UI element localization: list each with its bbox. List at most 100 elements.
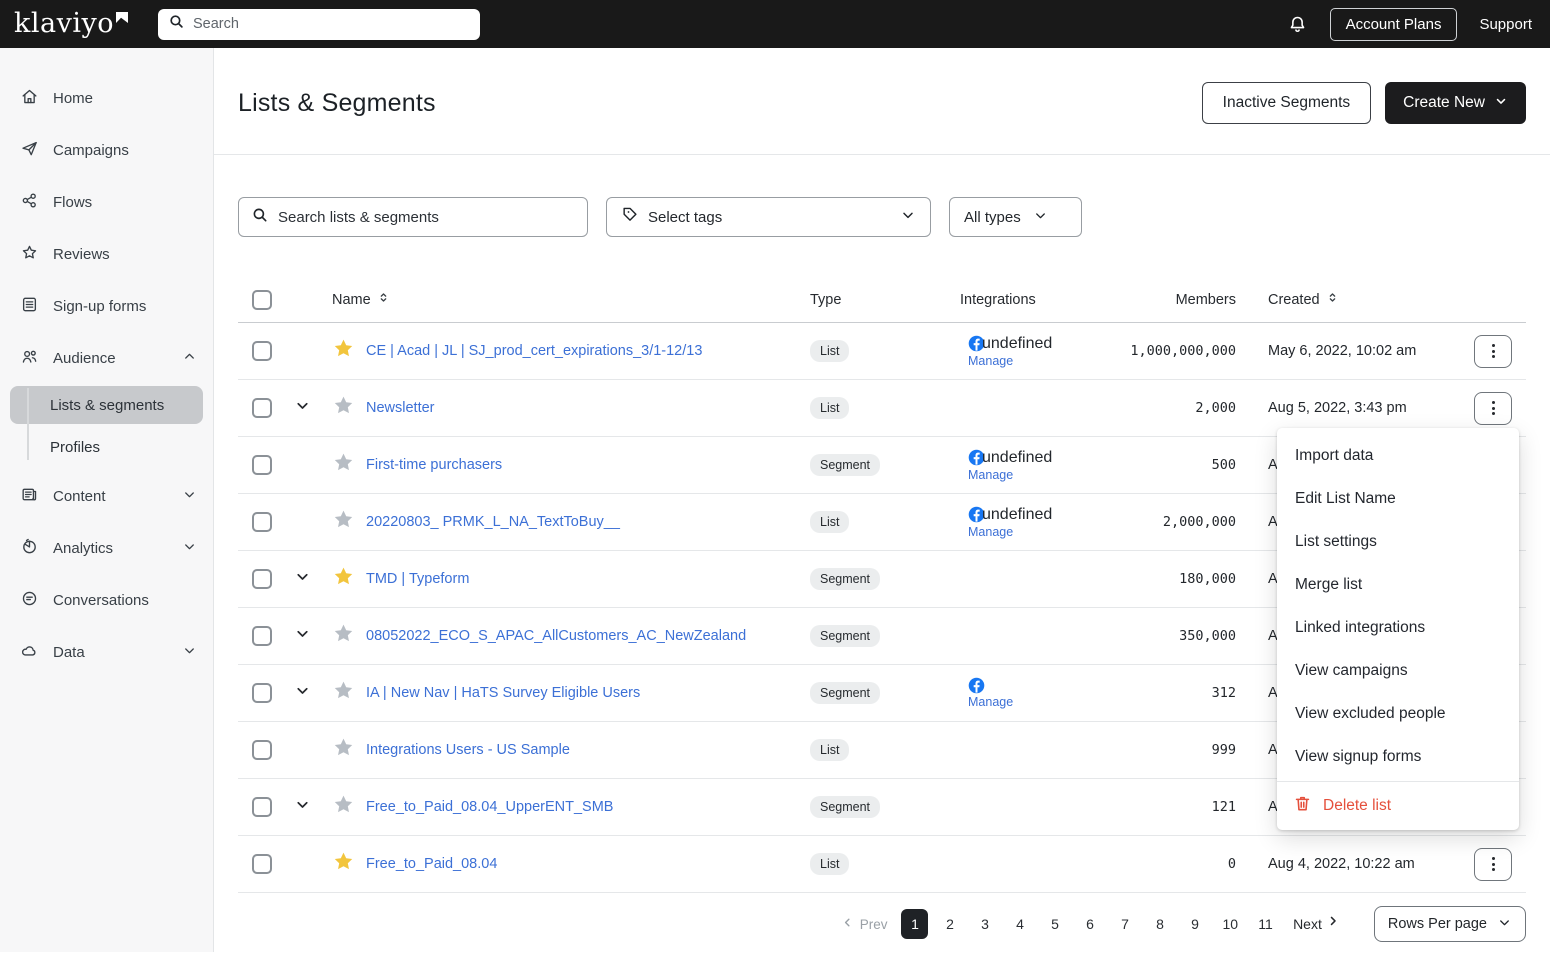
- row-checkbox[interactable]: [252, 512, 272, 532]
- sidebar-item-campaigns[interactable]: Campaigns: [0, 124, 213, 176]
- campaigns-icon: [20, 139, 39, 162]
- menu-item-delete-list[interactable]: Delete list: [1277, 782, 1519, 830]
- pagination-page-7[interactable]: 7: [1111, 909, 1138, 939]
- column-header-type[interactable]: Type: [810, 292, 960, 308]
- row-checkbox[interactable]: [252, 455, 272, 475]
- sort-icon[interactable]: [377, 291, 390, 308]
- manage-integrations-link[interactable]: Manage: [968, 468, 1013, 482]
- page-title: Lists & Segments: [238, 89, 436, 118]
- select-tags-dropdown[interactable]: Select tags: [606, 197, 931, 237]
- manage-integrations-link[interactable]: Manage: [968, 354, 1013, 368]
- members-count: 999: [1110, 742, 1250, 758]
- expand-chevron-icon[interactable]: [294, 682, 311, 704]
- inactive-segments-button[interactable]: Inactive Segments: [1202, 82, 1372, 124]
- column-header-integrations[interactable]: Integrations: [960, 292, 1110, 308]
- column-header-members[interactable]: Members: [1110, 292, 1250, 308]
- pagination-page-1[interactable]: 1: [901, 909, 928, 939]
- chevron-down-icon: [1033, 208, 1048, 227]
- list-name-link[interactable]: Free_to_Paid_08.04_UpperENT_SMB: [366, 799, 810, 815]
- manage-integrations-link[interactable]: Manage: [968, 695, 1013, 709]
- sidebar-item-home[interactable]: Home: [0, 72, 213, 124]
- row-checkbox[interactable]: [252, 740, 272, 760]
- pagination-page-5[interactable]: 5: [1041, 909, 1068, 939]
- create-new-button[interactable]: Create New: [1385, 82, 1526, 124]
- integrations-cell: undefinedManage: [960, 449, 1110, 482]
- list-name-link[interactable]: Integrations Users - US Sample: [366, 742, 810, 758]
- pagination-page-3[interactable]: 3: [971, 909, 998, 939]
- menu-item-view-signup-forms[interactable]: View signup forms: [1277, 735, 1519, 778]
- account-plans-button[interactable]: Account Plans: [1330, 8, 1458, 41]
- column-header-created[interactable]: Created: [1268, 292, 1320, 308]
- sidebar-subitem-profiles[interactable]: Profiles: [10, 428, 203, 466]
- pagination-prev[interactable]: Prev: [841, 916, 888, 932]
- menu-item-import-data[interactable]: Import data: [1277, 434, 1519, 477]
- row-checkbox[interactable]: [252, 569, 272, 589]
- select-tags-label: Select tags: [648, 209, 891, 226]
- row-checkbox[interactable]: [252, 341, 272, 361]
- pagination-page-9[interactable]: 9: [1181, 909, 1208, 939]
- list-name-link[interactable]: 20220803_ PRMK_L_NA_TextToBuy__: [366, 514, 810, 530]
- pagination-next[interactable]: Next: [1293, 916, 1342, 933]
- pagination-page-6[interactable]: 6: [1076, 909, 1103, 939]
- topbar: klaviyo Account Plans Support: [0, 0, 1550, 48]
- sidebar-item-content[interactable]: Content: [0, 470, 213, 522]
- row-checkbox[interactable]: [252, 683, 272, 703]
- expand-chevron-icon[interactable]: [294, 796, 311, 818]
- pagination-page-8[interactable]: 8: [1146, 909, 1173, 939]
- lists-search-input[interactable]: [278, 209, 575, 226]
- menu-item-edit-list-name[interactable]: Edit List Name: [1277, 477, 1519, 520]
- sidebar-item-analytics[interactable]: Analytics: [0, 522, 213, 574]
- facebook-icon: [968, 677, 985, 694]
- row-actions-kebab-button[interactable]: [1474, 392, 1512, 425]
- sidebar-item-conversations[interactable]: Conversations: [0, 574, 213, 626]
- column-header-name[interactable]: Name: [332, 292, 371, 308]
- lists-search[interactable]: [238, 197, 588, 237]
- menu-item-linked-integrations[interactable]: Linked integrations: [1277, 606, 1519, 649]
- row-checkbox[interactable]: [252, 854, 272, 874]
- pagination-page-2[interactable]: 2: [936, 909, 963, 939]
- sidebar-item-flows[interactable]: Flows: [0, 176, 213, 228]
- list-name-link[interactable]: Free_to_Paid_08.04: [366, 856, 810, 872]
- menu-item-merge-list[interactable]: Merge list: [1277, 563, 1519, 606]
- list-name-link[interactable]: CE | Acad | JL | SJ_prod_cert_expiration…: [366, 343, 810, 359]
- row-context-menu: Import dataEdit List NameList settingsMe…: [1277, 428, 1519, 830]
- menu-item-view-campaigns[interactable]: View campaigns: [1277, 649, 1519, 692]
- sidebar-item-data[interactable]: Data: [0, 626, 213, 678]
- all-types-dropdown[interactable]: All types: [949, 197, 1082, 237]
- pagination-page-11[interactable]: 11: [1252, 909, 1279, 939]
- list-name-link[interactable]: 08052022_ECO_S_APAC_AllCustomers_AC_NewZ…: [366, 628, 810, 644]
- select-all-checkbox[interactable]: [252, 290, 272, 310]
- members-count: 2,000: [1110, 400, 1250, 416]
- home-icon: [20, 87, 39, 110]
- sidebar-subitem-lists-segments[interactable]: Lists & segments: [10, 386, 203, 424]
- notifications-bell-icon[interactable]: [1287, 14, 1308, 35]
- klaviyo-logo[interactable]: klaviyo: [14, 9, 128, 39]
- sidebar-item-sign-up-forms[interactable]: Sign-up forms: [0, 280, 213, 332]
- pagination-page-4[interactable]: 4: [1006, 909, 1033, 939]
- global-search[interactable]: [158, 9, 480, 40]
- row-checkbox[interactable]: [252, 626, 272, 646]
- list-name-link[interactable]: IA | New Nav | HaTS Survey Eligible User…: [366, 685, 810, 701]
- row-actions-kebab-button[interactable]: [1474, 335, 1512, 368]
- sidebar-item-audience[interactable]: Audience: [0, 332, 213, 384]
- reviews-icon: [20, 243, 39, 266]
- list-name-link[interactable]: Newsletter: [366, 400, 810, 416]
- list-name-link[interactable]: First-time purchasers: [366, 457, 810, 473]
- menu-item-view-excluded-people[interactable]: View excluded people: [1277, 692, 1519, 735]
- row-actions-kebab-button[interactable]: [1474, 848, 1512, 881]
- rows-per-page-button[interactable]: Rows Per page: [1374, 906, 1526, 942]
- expand-chevron-icon[interactable]: [294, 625, 311, 647]
- pagination-page-10[interactable]: 10: [1216, 909, 1244, 939]
- support-link[interactable]: Support: [1479, 16, 1532, 33]
- list-name-link[interactable]: TMD | Typeform: [366, 571, 810, 587]
- row-checkbox[interactable]: [252, 797, 272, 817]
- manage-integrations-link[interactable]: Manage: [968, 525, 1013, 539]
- sort-icon[interactable]: [1326, 291, 1339, 308]
- members-count: 1,000,000,000: [1110, 343, 1250, 359]
- expand-chevron-icon[interactable]: [294, 568, 311, 590]
- expand-chevron-icon[interactable]: [294, 397, 311, 419]
- global-search-input[interactable]: [193, 16, 470, 32]
- menu-item-list-settings[interactable]: List settings: [1277, 520, 1519, 563]
- sidebar-item-reviews[interactable]: Reviews: [0, 228, 213, 280]
- row-checkbox[interactable]: [252, 398, 272, 418]
